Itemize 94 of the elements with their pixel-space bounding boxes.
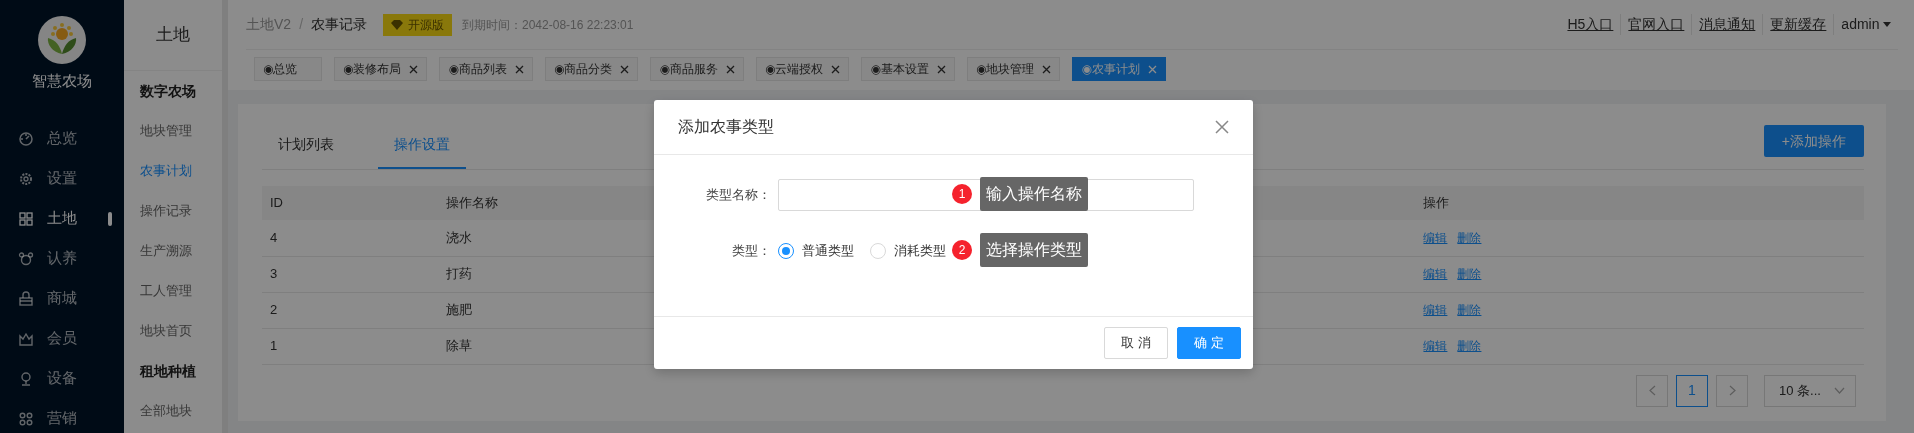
action-link[interactable]: 删除 bbox=[1457, 339, 1482, 354]
table-cell: 1 bbox=[262, 328, 439, 364]
chevron-right-icon bbox=[1728, 385, 1736, 396]
action-link[interactable]: 编辑 bbox=[1423, 231, 1448, 245]
sidebar-menu-item[interactable]: 设置 bbox=[0, 158, 124, 199]
sidebar-menu-item[interactable]: 会员 bbox=[0, 318, 124, 359]
sub-sidebar-title: 土地 bbox=[156, 24, 190, 47]
close-icon[interactable] bbox=[936, 64, 946, 74]
submenu-item[interactable]: 操作记录 bbox=[124, 191, 222, 231]
close-icon[interactable] bbox=[1042, 64, 1052, 74]
sidebar-menu-item[interactable]: 土地 bbox=[0, 198, 124, 239]
sunflower-logo-icon bbox=[38, 16, 86, 64]
action-link[interactable]: 编辑 bbox=[1423, 267, 1448, 282]
submenu-item[interactable]: 工人管理 bbox=[124, 271, 222, 311]
sidebar-menu-item[interactable]: 商城 bbox=[0, 278, 124, 319]
caret-icon bbox=[1883, 22, 1891, 27]
hint-tooltip: 选择操作类型 bbox=[980, 233, 1088, 267]
menu-label: 设置 bbox=[47, 168, 77, 189]
action-link[interactable]: 编辑 bbox=[1423, 339, 1448, 354]
page-number-button[interactable]: 1 bbox=[1676, 374, 1708, 407]
table-cell: 2 bbox=[262, 292, 439, 328]
content-tab[interactable]: 操作设置 bbox=[378, 134, 466, 169]
action-link[interactable]: 删除 bbox=[1457, 267, 1482, 282]
dial-icon bbox=[18, 130, 34, 147]
close-icon[interactable] bbox=[831, 64, 841, 74]
bag-icon bbox=[18, 290, 34, 307]
gear-icon bbox=[18, 170, 34, 187]
page-tab[interactable]: ◉云端授权 bbox=[755, 57, 850, 81]
column-header: ID bbox=[262, 186, 439, 220]
crown-icon bbox=[18, 330, 34, 347]
menu-label: 总览 bbox=[47, 128, 77, 149]
sidebar-menu-item[interactable]: 设备 bbox=[0, 358, 124, 399]
menu-group-title: 租地种植 bbox=[140, 361, 196, 381]
page-tab[interactable]: ◉地块管理 bbox=[966, 57, 1061, 81]
menu-label: 设备 bbox=[47, 368, 77, 389]
header-link[interactable]: 官网入口 bbox=[1620, 14, 1692, 35]
chevron-down-icon bbox=[1834, 387, 1845, 394]
sidebar-menu-item[interactable]: 营销 bbox=[0, 398, 124, 433]
content-tab[interactable]: 计划列表 bbox=[262, 134, 350, 169]
field-label: 类型名称： bbox=[705, 186, 771, 205]
page-tab[interactable]: ◉农事计划 bbox=[1072, 57, 1166, 81]
confirm-button[interactable]: 确 定 bbox=[1177, 327, 1241, 359]
action-link[interactable]: 编辑 bbox=[1423, 303, 1448, 318]
add-operation-button[interactable]: +添加操作 bbox=[1763, 125, 1864, 157]
bear-icon bbox=[18, 250, 34, 267]
location-pin-icon bbox=[18, 370, 34, 387]
page-tab[interactable]: ◉商品列表 bbox=[439, 57, 533, 81]
chevron-left-icon bbox=[1648, 385, 1656, 396]
header-link[interactable]: 消息通知 bbox=[1691, 14, 1763, 35]
command-icon bbox=[18, 410, 34, 427]
diamond-icon bbox=[391, 19, 403, 30]
submenu-item[interactable]: 地块管理 bbox=[124, 111, 222, 151]
dialog-title: 添加农事类型 bbox=[678, 117, 774, 137]
menu-label: 商城 bbox=[47, 288, 77, 309]
close-button[interactable] bbox=[1213, 118, 1231, 136]
close-icon[interactable] bbox=[725, 64, 735, 74]
close-icon[interactable] bbox=[409, 64, 419, 74]
edition-badge: 开源版 bbox=[383, 13, 452, 36]
sidebar-menu-item[interactable]: 认养 bbox=[0, 238, 124, 279]
submenu-item[interactable]: 全部地块 bbox=[124, 391, 222, 431]
radio-button[interactable] bbox=[778, 243, 794, 259]
brand-name: 智慧农场 bbox=[31, 71, 93, 91]
menu-group-title: 数字农场 bbox=[140, 81, 196, 101]
page-tab[interactable]: ◉商品服务 bbox=[650, 57, 744, 81]
page-size-select[interactable]: 10 条... bbox=[1764, 374, 1856, 407]
breadcrumb-item: 农事记录 bbox=[311, 15, 367, 34]
action-link[interactable]: 删除 bbox=[1457, 231, 1482, 245]
submenu-item[interactable]: 农事计划 bbox=[124, 151, 222, 191]
page-tab[interactable]: ◉总览 bbox=[254, 57, 322, 81]
action-link[interactable]: 删除 bbox=[1457, 303, 1482, 318]
user-menu[interactable]: admin bbox=[1833, 14, 1898, 35]
step-number-badge: 2 bbox=[952, 240, 972, 260]
page-tab[interactable]: ◉装修布局 bbox=[334, 57, 428, 81]
page-tab[interactable]: ◉基本设置 bbox=[861, 57, 955, 81]
page-tab[interactable]: ◉商品分类 bbox=[544, 57, 639, 81]
menu-label: 认养 bbox=[47, 248, 77, 269]
table-cell: 3 bbox=[262, 256, 439, 292]
close-icon[interactable] bbox=[620, 64, 630, 74]
header-link[interactable]: H5入口 bbox=[1560, 14, 1621, 35]
close-icon[interactable] bbox=[514, 64, 524, 74]
column-header: 操作 bbox=[1415, 186, 1864, 220]
submenu-item[interactable]: 地块首页 bbox=[124, 311, 222, 351]
menu-label: 土地 bbox=[47, 208, 77, 229]
submenu-item[interactable]: 生产溯源 bbox=[124, 231, 222, 271]
active-indicator bbox=[108, 211, 112, 226]
header-link[interactable]: 更新缓存 bbox=[1762, 14, 1834, 35]
hint-tooltip: 输入操作名称 bbox=[980, 177, 1088, 211]
cancel-button[interactable]: 取 消 bbox=[1104, 327, 1168, 359]
menu-label: 营销 bbox=[47, 408, 77, 429]
table-cell: 4 bbox=[262, 220, 439, 256]
sidebar-menu-item[interactable]: 总览 bbox=[0, 118, 124, 159]
grid-icon bbox=[18, 210, 34, 227]
breadcrumb-separator: / bbox=[299, 15, 303, 34]
menu-label: 会员 bbox=[47, 328, 77, 349]
